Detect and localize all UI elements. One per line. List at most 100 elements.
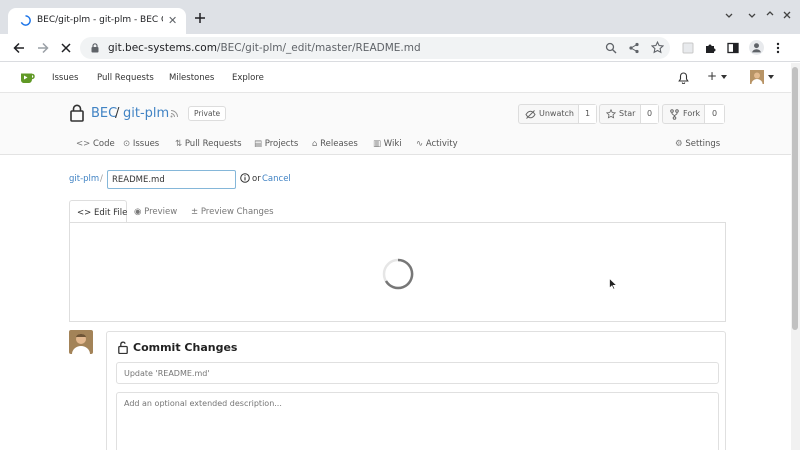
issue-opened-icon: ⊙ <box>123 139 131 149</box>
extension-icon[interactable] <box>682 42 694 54</box>
loading-spinner-icon <box>20 15 31 26</box>
create-dropdown-caret-icon[interactable] <box>721 75 727 79</box>
code-editor[interactable] <box>69 222 726 322</box>
repo-name-link[interactable]: git-plm <box>123 106 169 121</box>
book-icon: ▥ <box>373 139 382 149</box>
close-tab-icon[interactable]: ✕ <box>168 14 177 27</box>
star-button[interactable]: Star 0 <box>599 104 659 124</box>
or-separator-text: or <box>252 174 261 184</box>
tab-projects-label: Projects <box>264 139 299 149</box>
page-scrollbar[interactable] <box>791 63 800 450</box>
tab-activity-label: Activity <box>425 139 458 149</box>
fork-button[interactable]: Fork 0 <box>662 104 725 124</box>
nav-milestones[interactable]: Milestones <box>169 73 214 83</box>
unwatch-label: Unwatch <box>539 109 574 118</box>
eye-slash-icon <box>525 110 536 119</box>
repo-header: BEC / git-plm Private Unwatch 1 Star 0 F… <box>0 93 800 155</box>
commit-form: Commit Changes <box>106 331 726 450</box>
private-lock-icon <box>70 104 84 122</box>
tab-code-label: Code <box>92 139 115 149</box>
rss-feed-icon[interactable] <box>170 109 179 118</box>
minimize-window-icon[interactable] <box>747 10 757 20</box>
star-label: Star <box>619 109 636 118</box>
stop-loading-icon[interactable] <box>60 42 72 54</box>
tab-pull-requests-label: Pull Requests <box>184 139 242 149</box>
scrollbar-thumb[interactable] <box>792 67 798 330</box>
tab-search-icon[interactable] <box>724 10 734 20</box>
tab-releases-label: Releases <box>320 139 358 149</box>
gitea-logo-icon[interactable] <box>15 70 35 85</box>
nav-explore[interactable]: Explore <box>232 73 264 83</box>
close-window-icon[interactable] <box>782 10 792 20</box>
url-path: /BEC/git-plm/_edit/master/README.md <box>216 42 421 54</box>
repo-owner-link[interactable]: BEC <box>91 106 117 121</box>
loading-spinner-icon <box>381 257 415 291</box>
eye-icon: ◉ <box>134 207 142 217</box>
tab-edit-file[interactable]: <> Edit File <box>69 200 127 224</box>
tab-title: BEC/git-plm - git-plm - BEC Git <box>37 15 163 25</box>
extensions-puzzle-icon[interactable] <box>704 42 716 54</box>
create-new-plus-icon[interactable]: + <box>707 69 717 83</box>
fork-label: Fork <box>683 109 701 118</box>
visibility-badge: Private <box>188 106 227 121</box>
unwatch-button[interactable]: Unwatch 1 <box>518 104 597 124</box>
cancel-link[interactable]: Cancel <box>262 174 291 184</box>
project-board-icon: ▤ <box>254 139 263 149</box>
tab-settings[interactable]: ⚙ Settings <box>675 139 720 149</box>
bookmark-star-icon[interactable] <box>651 41 664 54</box>
commit-description-textarea[interactable] <box>116 392 719 450</box>
tab-wiki-label: Wiki <box>383 139 402 149</box>
tab-activity[interactable]: ∿ Activity <box>416 139 458 149</box>
new-tab-button[interactable] <box>194 12 206 24</box>
tab-preview-changes-label: Preview Changes <box>200 207 274 217</box>
tab-issues-label: Issues <box>132 139 160 149</box>
tab-wiki[interactable]: ▥ Wiki <box>373 139 402 149</box>
tag-icon: ⌂ <box>312 139 318 149</box>
tab-edit-file-text: <> Edit File <box>77 208 127 218</box>
lock-icon[interactable] <box>91 43 99 53</box>
share-icon[interactable] <box>628 42 640 54</box>
maximize-window-icon[interactable] <box>765 9 775 19</box>
forward-icon[interactable] <box>37 42 49 54</box>
gitea-navbar: Issues Pull Requests Milestones Explore … <box>0 63 800 93</box>
chrome-menu-icon[interactable] <box>776 42 780 54</box>
breadcrumb-repo-link[interactable]: git-plm <box>69 174 99 184</box>
tab-edit-file-label: Edit File <box>93 208 128 218</box>
tab-projects[interactable]: ▤ Projects <box>254 139 298 149</box>
editor-tabs: <> Edit File ◉ Preview ± Preview Changes <box>69 200 726 224</box>
browser-toolbar: git.bec-systems.com/BEC/git-plm/_edit/ma… <box>0 34 800 62</box>
address-bar[interactable]: git.bec-systems.com/BEC/git-plm/_edit/ma… <box>80 37 670 59</box>
profile-avatar-icon[interactable] <box>749 40 764 55</box>
nav-issues[interactable]: Issues <box>52 73 78 83</box>
tab-issues[interactable]: ⊙ Issues <box>123 139 159 149</box>
star-icon <box>606 109 616 119</box>
breadcrumb-separator: / <box>100 174 103 184</box>
commit-summary-input[interactable] <box>116 362 719 384</box>
back-icon[interactable] <box>13 42 25 54</box>
browser-tab[interactable]: BEC/git-plm - git-plm - BEC Git ✕ <box>8 8 186 34</box>
fork-count: 0 <box>704 105 724 123</box>
nav-pull-requests[interactable]: Pull Requests <box>97 73 154 83</box>
tab-preview[interactable]: ◉ Preview <box>134 207 177 217</box>
tab-pull-requests[interactable]: ⇅ Pull Requests <box>175 139 242 149</box>
tab-settings-label: Settings <box>685 139 721 149</box>
tab-preview-label: Preview <box>144 207 178 217</box>
tab-code[interactable]: <> Code <box>76 139 115 149</box>
code-icon: <> <box>76 139 91 149</box>
unlock-icon <box>118 341 128 354</box>
tab-preview-changes[interactable]: ± Preview Changes <box>191 207 274 217</box>
user-avatar[interactable] <box>750 70 764 84</box>
filename-input[interactable] <box>107 170 236 189</box>
notifications-bell-icon[interactable] <box>678 72 689 84</box>
side-panel-icon[interactable] <box>727 42 739 54</box>
info-icon[interactable] <box>240 173 250 183</box>
code-icon: <> <box>77 208 92 218</box>
commit-changes-heading: Commit Changes <box>133 341 238 354</box>
watch-count: 1 <box>578 105 596 123</box>
zoom-search-icon[interactable] <box>605 42 617 54</box>
fork-icon <box>670 109 679 120</box>
user-menu-caret-icon[interactable] <box>768 75 774 79</box>
tab-releases[interactable]: ⌂ Releases <box>312 139 358 149</box>
pulse-icon: ∿ <box>416 139 424 149</box>
star-count: 0 <box>640 105 658 123</box>
